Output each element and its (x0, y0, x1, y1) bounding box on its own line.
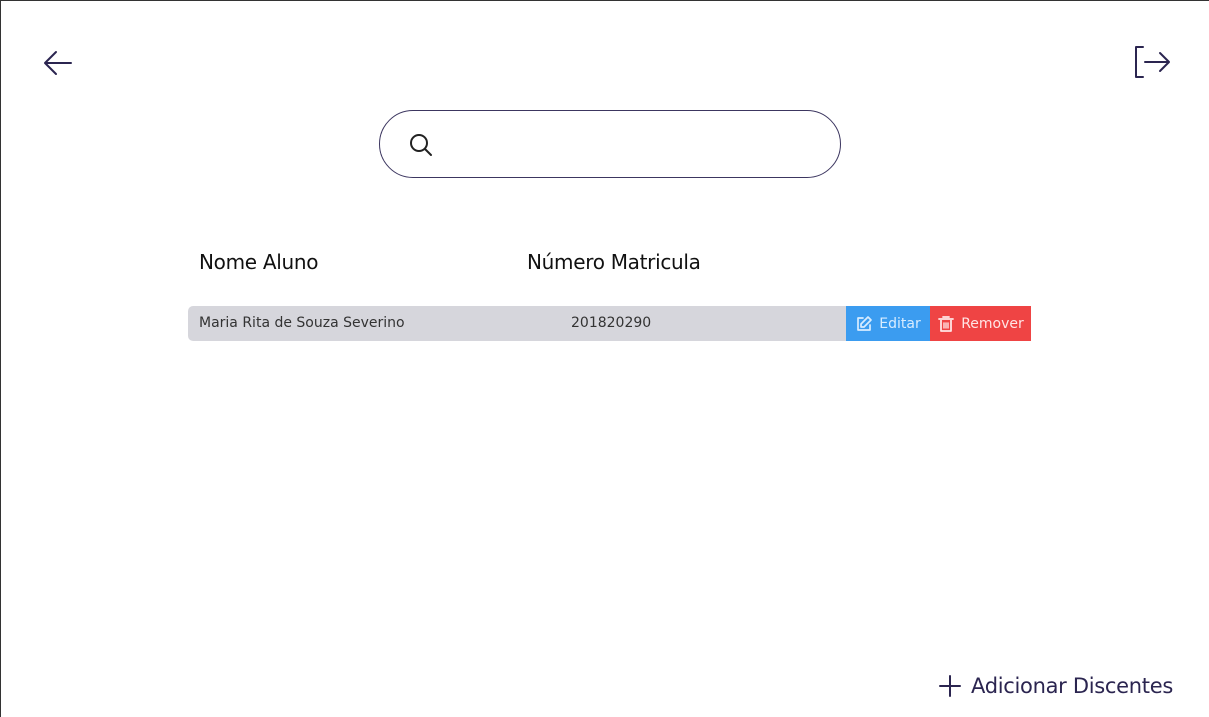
edit-icon (857, 315, 873, 331)
column-header-name: Nome Aluno (199, 250, 319, 274)
search-bar (379, 110, 841, 178)
remove-button-label: Remover (961, 315, 1024, 332)
remove-button[interactable]: Remover (930, 306, 1031, 341)
back-button[interactable] (41, 46, 75, 80)
search-icon (410, 134, 432, 156)
add-students-label: Adicionar Discentes (971, 674, 1173, 698)
trash-icon (938, 315, 955, 332)
logout-icon (1135, 46, 1170, 78)
edit-button-label: Editar (879, 315, 921, 332)
logout-button[interactable] (1131, 44, 1173, 80)
add-students-button[interactable]: Adicionar Discentes (937, 669, 1173, 703)
arrow-left-icon (44, 51, 72, 75)
table-row: Maria Rita de Souza Severino 201820290 E… (188, 306, 1031, 341)
plus-icon (939, 675, 961, 697)
student-name-cell: Maria Rita de Souza Severino (199, 315, 405, 331)
column-header-number: Número Matricula (527, 250, 701, 274)
edit-button[interactable]: Editar (846, 306, 930, 341)
app-frame: Nome Aluno Número Matricula Maria Rita d… (0, 0, 1209, 717)
student-number-cell: 201820290 (571, 315, 652, 331)
search-input[interactable] (446, 125, 816, 163)
